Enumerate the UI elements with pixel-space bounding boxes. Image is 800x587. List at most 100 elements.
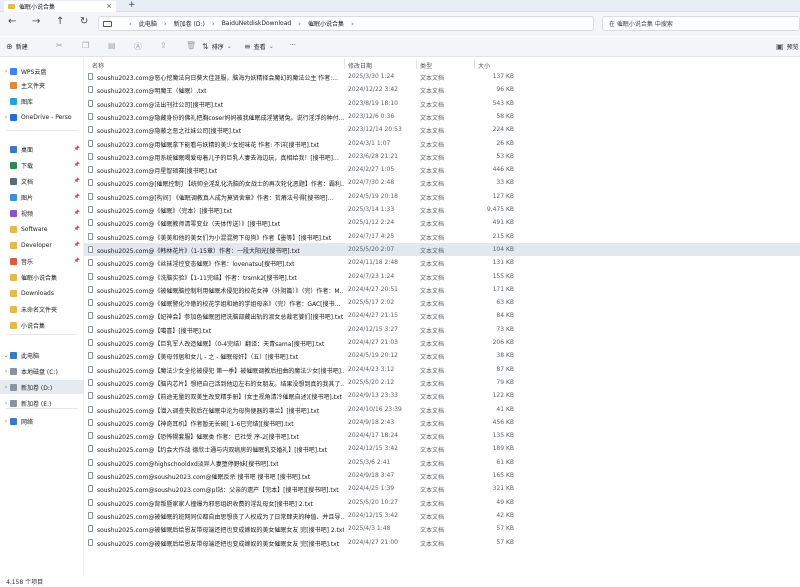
column-header-name[interactable]: 名称: [92, 61, 104, 70]
sidebar-item[interactable]: 文档 📌: [0, 174, 84, 188]
file-row[interactable]: soushu2025.com@[催眠控制] 【统帅全淫乱化洗脑的女战士的再次轮化…: [84, 176, 800, 189]
chevron-icon[interactable]: ›: [2, 68, 10, 75]
chevron-icon[interactable]: ⌄: [2, 352, 10, 359]
file-row[interactable]: soushu2025.com@【前途无量的双美生改变精手册】(女主视角清冷催眠自…: [84, 389, 800, 402]
file-row[interactable]: soushu2025.com@《被催眠脑控制利用催眠术侵犯的校花女神（外阴篇）》…: [84, 283, 800, 296]
sidebar-item[interactable]: 主文件夹: [0, 78, 84, 92]
sidebar-item[interactable]: Software 📌: [0, 222, 84, 236]
up-icon[interactable]: ↑: [56, 16, 64, 27]
pin-icon[interactable]: 📌: [74, 242, 80, 248]
file-row[interactable]: soushu2025.com@【巨乳军人改造催眠】（0-4完结）翻译：天青sam…: [84, 336, 800, 349]
sidebar-item[interactable]: › 网络: [0, 414, 84, 428]
search-input[interactable]: 在 催眠小说合集 中搜索: [602, 16, 800, 31]
sidebar-item[interactable]: 催眠小说合集: [0, 270, 84, 284]
rename-icon[interactable]: Ⓐ: [134, 41, 142, 52]
sidebar-item[interactable]: › WPS云盘: [0, 64, 84, 78]
file-row[interactable]: soushu2025.com@highschooldxd淡异人妻堕停野妹[搜书吧…: [84, 456, 800, 469]
file-row[interactable]: soushu2025.com@【恐怖幌套服】催眠类 作者：已社受 序-2[搜书吧…: [84, 429, 800, 442]
sidebar-item[interactable]: Developer 📌: [0, 238, 84, 252]
file-row[interactable]: soushu2025.com@《催眠警化冷傲的校花学姐和她的学姐母亲》（完）作者…: [84, 296, 800, 309]
sidebar-item[interactable]: 下载 📌: [0, 158, 84, 172]
cut-icon[interactable]: ✂: [56, 41, 63, 50]
file-row[interactable]: soushu2025.com@《韩林花片》（1-15章）作者：一段大阳光[搜书吧…: [84, 242, 800, 256]
share-icon[interactable]: ⇪: [160, 41, 167, 50]
close-icon[interactable]: ×: [106, 2, 112, 10]
pin-icon[interactable]: 📌: [74, 210, 80, 216]
file-row[interactable]: soushu2025.com@[构间] 《催眠调教真人成为莫贤舍章》作者：贫瘠法…: [84, 190, 800, 203]
file-row[interactable]: soushu2025.com@背叛暨家家人撞爆为邪恶组织收费的淫乱母女[搜书吧]…: [84, 496, 800, 509]
breadcrumb-baidu[interactable]: BaiduNetdiskDownload: [222, 20, 292, 27]
file-row[interactable]: soushu2025.com@被催眠后给恩友带母端还把也变成嫁奴的美女催眠女友 …: [84, 522, 800, 535]
chevron-icon[interactable]: ›: [2, 418, 10, 425]
breadcrumb-this-pc[interactable]: 此电脑: [139, 19, 157, 28]
sidebar-item[interactable]: › 新加卷 (D:): [0, 380, 84, 394]
file-row[interactable]: soushu2023.com@月星智硕赛[搜书吧].txt 2024/2/27 1…: [84, 163, 800, 176]
file-row[interactable]: soushu2025.com@soushu2023.com@催眠反杀 搜书吧 搜…: [84, 469, 800, 482]
chevron-icon[interactable]: ›: [2, 384, 10, 391]
file-row[interactable]: soushu2023.com@用催眠拿下能看与妖精的美少女班味花 作者: 不详[…: [84, 137, 800, 150]
sidebar-item[interactable]: ⌄ 此电脑: [0, 348, 84, 362]
preview-button[interactable]: ▣ 预览: [776, 42, 799, 51]
pin-icon[interactable]: 📌: [74, 178, 80, 184]
file-row[interactable]: soushu2025.com@【妃神会】参加色催眠团把洗脑部藏出轨的淑女总裁老婆…: [84, 309, 800, 322]
pin-icon[interactable]: 📌: [74, 146, 80, 152]
sort-button[interactable]: ⇅ 排序 ⌄: [202, 42, 232, 51]
tab-current[interactable]: 催眠小说合集 ×: [4, 1, 116, 12]
pin-icon[interactable]: 📌: [74, 162, 80, 168]
sidebar-item[interactable]: 音乐 📌: [0, 254, 84, 268]
chevron-icon[interactable]: ›: [2, 114, 10, 121]
delete-icon[interactable]: 🗑: [186, 41, 196, 50]
sidebar-item[interactable]: › OneDrive - Perso: [0, 110, 84, 124]
file-row[interactable]: soushu2025.com@被催眠的班网同位都自由思想丧了人权成为了日常肆夫的…: [84, 509, 800, 522]
sidebar-item[interactable]: 图库: [0, 94, 84, 108]
chevron-icon[interactable]: ›: [2, 400, 10, 407]
file-row[interactable]: soushu2025.com@《催眠教师清零变业（天体传送）》[搜书吧].txt…: [84, 216, 800, 229]
file-row[interactable]: soushu2025.com@【脑内芯片】想把自己活到他边左右的女朋友。结果没想…: [84, 376, 800, 389]
copy-icon[interactable]: ❐: [82, 41, 89, 50]
file-row[interactable]: soushu2025.com@【神奇耳机】作者暂无长碗[ 1-6已完结][搜书吧…: [84, 416, 800, 429]
breadcrumb-drive-d[interactable]: 新加卷 (D:): [174, 19, 205, 28]
view-button[interactable]: ≡ 查看 ⌄: [244, 42, 274, 51]
new-tab-button[interactable]: +: [128, 0, 136, 10]
file-row[interactable]: soushu2025.com@【魔法少女全伦被侵犯 第一季】被催眠调教后扭曲的魔…: [84, 363, 800, 376]
sidebar-item[interactable]: 未命名文件夹: [0, 302, 84, 316]
sidebar-item[interactable]: Downloads: [0, 286, 84, 300]
file-row[interactable]: soushu2025.com@被催眠后给恩友带母端还把也变成嫁奴的美女催眠女友 …: [84, 536, 800, 549]
pin-icon[interactable]: 📌: [74, 226, 80, 232]
file-row[interactable]: soushu2025.com@《洗脑实验》【1-11完结】作者：trsmk2[搜…: [84, 270, 800, 283]
back-icon[interactable]: ←: [8, 16, 16, 27]
more-button[interactable]: ···: [290, 42, 296, 49]
chevron-icon[interactable]: ›: [2, 368, 10, 375]
file-row[interactable]: soushu2025.com@【噶喜】[搜书吧].txt 2024/12/15 3…: [84, 323, 800, 336]
file-row[interactable]: soushu2023.com@明魔王（催眠）.txt 2024/12/22 3:4…: [84, 83, 800, 96]
file-row[interactable]: soushu2025.com@【约会大作战 德欣士通与内双病房的催眠乳交婚礼】[…: [84, 442, 800, 455]
file-row[interactable]: soushu2023.com@法出刊社公司[搜书吧].txt 2023/8/19 …: [84, 97, 800, 110]
pin-icon[interactable]: 📌: [74, 194, 80, 200]
sidebar-item[interactable]: 图片 📌: [0, 190, 84, 204]
sidebar-item[interactable]: 桌面 📌: [0, 142, 84, 156]
file-row[interactable]: soushu2023.com@隐蔽之恶之社妹公司[搜书吧].txt 2023/12…: [84, 123, 800, 136]
file-row[interactable]: soushu2025.com@《催眠》（完本）[搜书吧].txt 2025/3/1…: [84, 203, 800, 216]
file-row[interactable]: soushu2025.com@《丝袜淫控变态催眠》作者：lovenatsu[搜书…: [84, 256, 800, 269]
column-header-size[interactable]: 大小: [478, 61, 490, 70]
file-row[interactable]: soushu2025.com@【潜入调查失败后在催眠中沦为母狗便器的凛兰】[搜书…: [84, 403, 800, 416]
sidebar-item[interactable]: › 本地磁盘 (C:): [0, 364, 84, 378]
new-button[interactable]: ⊕ 新建: [6, 42, 28, 51]
sidebar-item[interactable]: 视频 📌: [0, 206, 84, 220]
refresh-icon[interactable]: ↻: [80, 16, 88, 27]
file-row[interactable]: soushu2025.com@soushu2023.com@pl站：父亲的遗产【…: [84, 482, 800, 495]
forward-icon[interactable]: →: [32, 16, 40, 27]
breadcrumb-current[interactable]: 催眠小说合集: [308, 19, 344, 28]
file-row[interactable]: soushu2023.com@恶心挖魔法向日葵大佳涯服，脑海为妖精择会魔幻的魔法…: [84, 70, 800, 83]
file-row[interactable]: soushu2025.com@《美美和他的美女们为小混混胯下母狗》作者【墨等】[…: [84, 230, 800, 243]
pin-icon[interactable]: 📌: [74, 258, 80, 264]
sidebar-item[interactable]: 小说合集: [0, 318, 84, 332]
address-bar[interactable]: › 此电脑 › 新加卷 (D:) › BaiduNetdiskDownload …: [98, 16, 594, 31]
folder-icon: [10, 113, 17, 121]
paste-icon[interactable]: ▤: [108, 41, 116, 50]
column-header-type[interactable]: 类型: [420, 61, 432, 70]
column-header-date[interactable]: 修改日期: [348, 61, 372, 70]
file-row[interactable]: soushu2025.com@【美母邻居和女儿 - 之 - 催眠母奸】（五）[搜…: [84, 349, 800, 362]
file-row[interactable]: soushu2023.com@隐藏身份的佛礼把胸coser妈妈被我催眠成淫猪猪兔…: [84, 110, 800, 123]
file-row[interactable]: soushu2023.com@用系统催眠喝爱母着儿子的巨乳人妻去海边玩，真相给我…: [84, 150, 800, 163]
